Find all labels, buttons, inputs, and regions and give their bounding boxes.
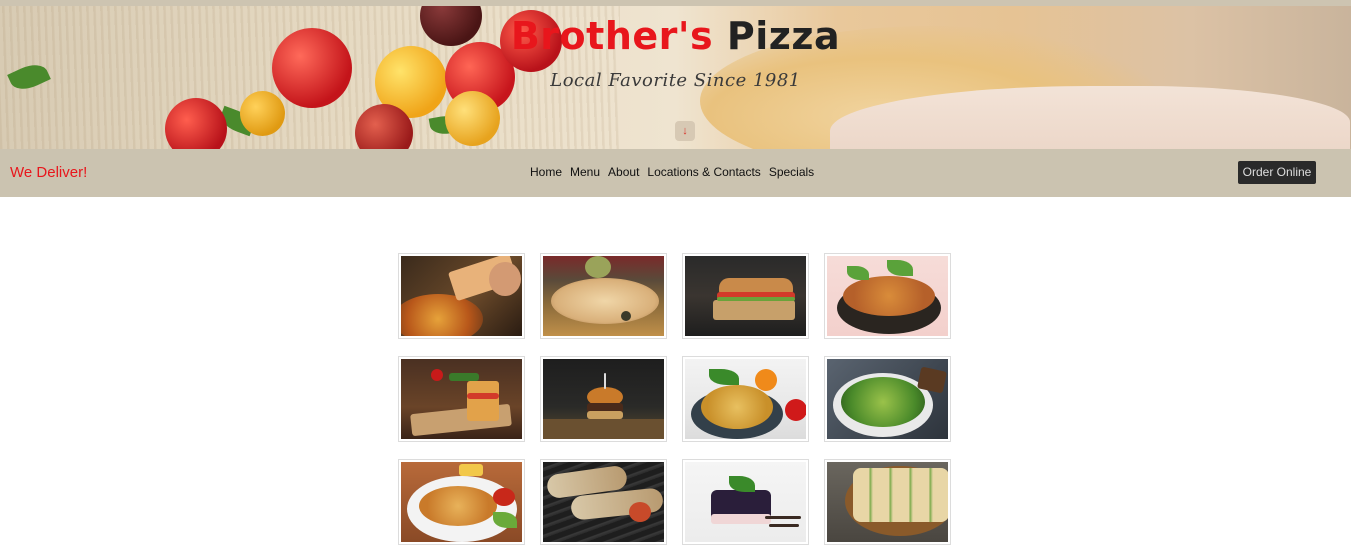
- burger-photo: [543, 359, 664, 439]
- gallery-item-burger[interactable]: [540, 356, 667, 442]
- gallery-item-schnitzel[interactable]: [398, 459, 525, 545]
- club-sandwich-photo: [401, 359, 522, 439]
- yellow-tomato-image: [445, 91, 500, 146]
- pizza-slice-photo: [401, 256, 522, 336]
- nav-home[interactable]: Home: [530, 165, 562, 179]
- nav-about[interactable]: About: [608, 165, 639, 179]
- nav-specials[interactable]: Specials: [769, 165, 814, 179]
- hero-banner: Brother's Pizza Local Favorite Since 198…: [0, 6, 1351, 149]
- sandwich-platter-photo: [827, 462, 948, 542]
- salad-bowl-photo: [827, 359, 948, 439]
- nav-menu[interactable]: Menu: [570, 165, 600, 179]
- site-title: Brother's Pizza: [0, 14, 1351, 58]
- gallery-item-sub[interactable]: [682, 253, 809, 339]
- we-deliver-label: We Deliver!: [10, 164, 88, 181]
- site-tagline: Local Favorite Since 1981: [550, 70, 801, 91]
- gallery-item-spaghetti[interactable]: [682, 356, 809, 442]
- calzone-photo: [543, 256, 664, 336]
- gallery-item-cheesecake[interactable]: [682, 459, 809, 545]
- gallery-item-pizza[interactable]: [398, 253, 525, 339]
- gallery-item-calzone[interactable]: [540, 253, 667, 339]
- site-title-brand: Brother's: [510, 14, 714, 58]
- order-online-button[interactable]: Order Online: [1238, 161, 1316, 184]
- sub-sandwich-photo: [685, 256, 806, 336]
- food-gallery: [398, 253, 951, 545]
- nav-locations-contacts[interactable]: Locations & Contacts: [647, 165, 760, 179]
- navbar: We Deliver! Home Menu About Locations & …: [0, 149, 1351, 197]
- arrow-down-icon[interactable]: ↓: [675, 121, 695, 141]
- yellow-tomato-image: [240, 91, 285, 136]
- gallery-item-club-sandwich[interactable]: [398, 356, 525, 442]
- schnitzel-photo: [401, 462, 522, 542]
- main-nav: Home Menu About Locations & Contacts Spe…: [530, 165, 814, 179]
- gallery-item-fried-chicken[interactable]: [824, 253, 951, 339]
- grilled-chicken-photo: [543, 462, 664, 542]
- fried-chicken-basket-photo: [827, 256, 948, 336]
- gallery-item-grilled-chicken[interactable]: [540, 459, 667, 545]
- gallery-item-salad[interactable]: [824, 356, 951, 442]
- gallery-item-sandwich-platter[interactable]: [824, 459, 951, 545]
- site-title-pizza: Pizza: [726, 14, 841, 58]
- cheesecake-photo: [685, 462, 806, 542]
- spaghetti-photo: [685, 359, 806, 439]
